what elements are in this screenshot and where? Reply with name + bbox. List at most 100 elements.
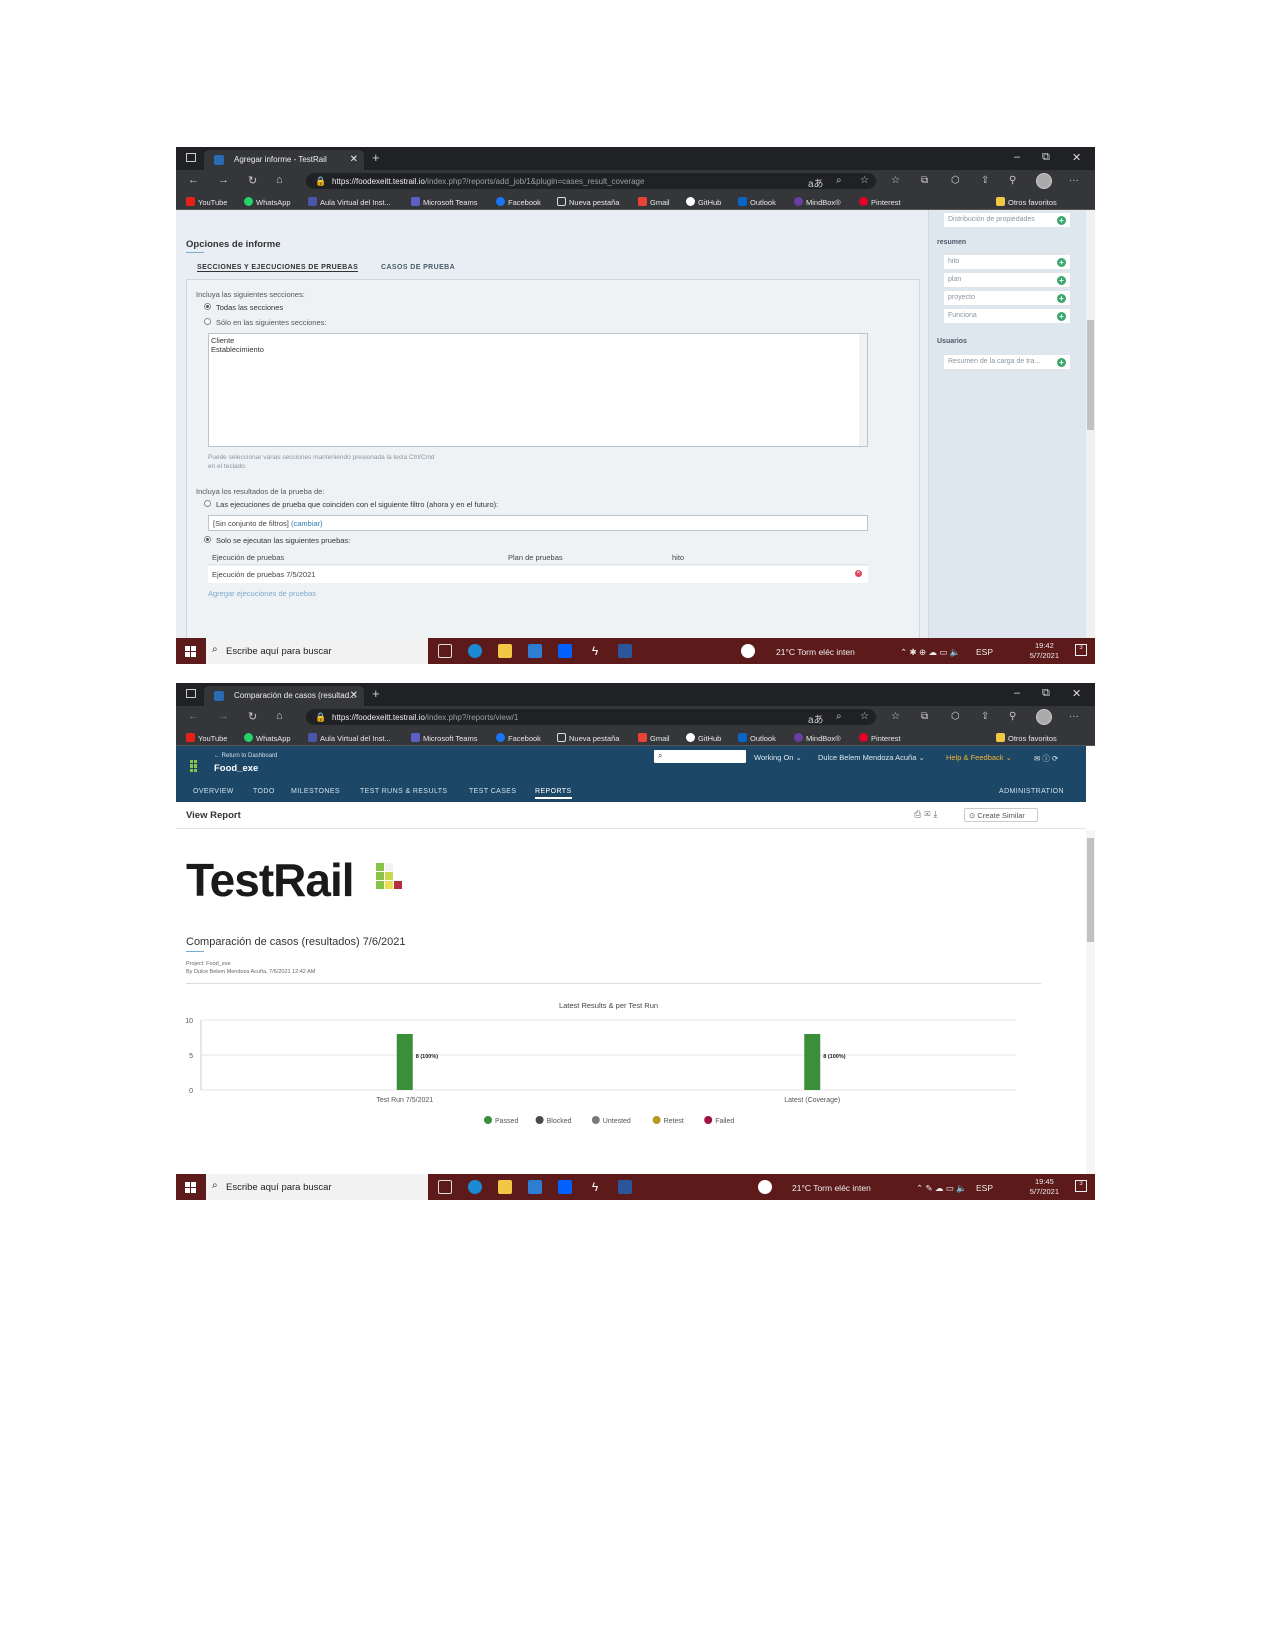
bookmark-whatsapp[interactable]: WhatsApp [244, 733, 291, 743]
clock[interactable]: 19:45 5/7/2021 [1030, 1177, 1059, 1197]
page-scrollbar[interactable] [1086, 210, 1095, 638]
report-type-item[interactable]: hito + [943, 254, 1071, 270]
read-aloud-icon[interactable]: aあ [808, 711, 824, 726]
radio-filter-runs[interactable] [204, 500, 211, 507]
weather-text[interactable]: 21°C Torm eléc inten [792, 1183, 871, 1193]
working-on-menu[interactable]: Working On ⌄ [754, 753, 802, 762]
add-plus-icon[interactable]: + [1057, 216, 1066, 225]
administration-link[interactable]: ADMINISTRATION [999, 788, 1064, 795]
favorite-star-icon[interactable]: ☆ [860, 175, 869, 186]
mail-icon[interactable] [528, 644, 542, 658]
back-icon[interactable]: ← [188, 710, 199, 722]
windows-start-icon[interactable] [185, 646, 196, 657]
task-view-icon[interactable] [438, 644, 452, 658]
bookmark-youtube[interactable]: YouTube [186, 733, 227, 743]
browser-tab[interactable]: Comparación de casos (resultad... ✕ [204, 686, 364, 706]
remove-run-icon[interactable]: ✕ [855, 570, 862, 577]
close-tab-icon[interactable]: ✕ [350, 690, 358, 701]
bookmark-teams[interactable]: Microsoft Teams [411, 733, 477, 743]
bookmark-whatsapp[interactable]: WhatsApp [244, 197, 291, 207]
bookmark-gmail[interactable]: Gmail [638, 197, 670, 207]
restore-button[interactable]: ⧉ [1042, 151, 1050, 164]
bolt-app-icon[interactable]: ϟ [588, 644, 602, 658]
tab-reports[interactable]: REPORTS [535, 788, 572, 799]
report-type-item[interactable]: Funciona + [943, 308, 1071, 324]
project-name[interactable]: Food_exe [214, 763, 258, 774]
notifications-icon[interactable]: 3 [1075, 1180, 1087, 1192]
collections-icon[interactable]: ⧉ [921, 175, 928, 186]
page-scrollbar[interactable] [1086, 830, 1095, 1174]
task-view-icon[interactable] [438, 1180, 452, 1194]
bookmark-mindbox[interactable]: MindBox® [794, 197, 841, 207]
collections-icon[interactable]: ⧉ [921, 711, 928, 722]
extension-icon[interactable]: ⬡ [951, 175, 960, 186]
close-window-button[interactable]: ✕ [1072, 687, 1081, 700]
edge-icon[interactable] [468, 1180, 482, 1194]
favorite-star-icon[interactable]: ☆ [860, 711, 869, 722]
mail-icon[interactable] [528, 1180, 542, 1194]
tab-test-runs-results[interactable]: TEST RUNS & RESULTS [360, 788, 447, 795]
help-icon[interactable] [741, 644, 755, 658]
weather-text[interactable]: 21°C Torm eléc inten [776, 647, 855, 657]
add-test-runs-link[interactable]: Agregar ejecuciones de pruebas [208, 589, 316, 598]
radio-all-sections[interactable] [204, 303, 211, 310]
create-similar-button[interactable]: ⊙ Create Similar [964, 808, 1038, 822]
tab-overview[interactable]: OVERVIEW [193, 788, 234, 795]
share-icon[interactable]: ⇪ [981, 711, 989, 722]
add-plus-icon[interactable]: + [1057, 276, 1066, 285]
home-icon[interactable]: ⌂ [276, 174, 283, 186]
forward-icon[interactable]: → [218, 174, 229, 186]
clock[interactable]: 19:42 5/7/2021 [1030, 641, 1059, 661]
url-field[interactable]: 🔒 https://foodexeitt.testrail.io/index.p… [306, 709, 876, 725]
new-tab-button[interactable]: + [372, 150, 380, 165]
bookmark-pinterest[interactable]: Pinterest [859, 733, 901, 743]
reload-icon[interactable]: ↻ [248, 174, 257, 187]
bolt-app-icon[interactable]: ϟ [588, 1180, 602, 1194]
system-tray-icons[interactable]: ⌃ ✎ ☁ ▭ 🔈 [916, 1183, 967, 1194]
tab-actions-icon[interactable] [186, 689, 196, 698]
print-email-download-icons[interactable]: ⎙✉⤓ [914, 809, 940, 820]
windows-start-icon[interactable] [185, 1182, 196, 1193]
report-type-item[interactable]: plan + [943, 272, 1071, 288]
favorites-icon[interactable]: ☆ [891, 711, 900, 722]
favorites-icon[interactable]: ☆ [891, 175, 900, 186]
list-item[interactable]: Establecimiento [211, 345, 865, 354]
user-menu[interactable]: Dulce Belem Mendoza Acuña ⌄ [818, 753, 925, 762]
filter-change-link[interactable]: (cambiar) [291, 519, 323, 528]
testrail-logo-icon[interactable] [190, 760, 198, 772]
bookmark-github[interactable]: GitHub [686, 197, 721, 207]
bookmark-youtube[interactable]: YouTube [186, 197, 227, 207]
minimize-button[interactable]: – [1014, 687, 1020, 699]
report-type-item[interactable]: proyecto + [943, 290, 1071, 306]
list-item[interactable]: Cliente [211, 336, 865, 345]
bookmark-outlook[interactable]: Outlook [738, 197, 776, 207]
new-tab-button[interactable]: + [372, 686, 380, 701]
bookmark-other-favorites[interactable]: Otros favoritos [996, 197, 1057, 207]
bookmark-outlook[interactable]: Outlook [738, 733, 776, 743]
edge-icon[interactable] [468, 644, 482, 658]
bookmark-other-favorites[interactable]: Otros favoritos [996, 733, 1057, 743]
tab-sections-runs[interactable]: SECCIONES Y EJECUCIONES DE PRUEBAS [197, 264, 359, 272]
tab-test-cases[interactable]: TEST CASES [469, 788, 516, 795]
bookmark-mindbox[interactable]: MindBox® [794, 733, 841, 743]
forward-icon[interactable]: → [218, 710, 229, 722]
help-icon[interactable] [758, 1180, 772, 1194]
minimize-button[interactable]: – [1014, 151, 1020, 163]
search-input[interactable]: ⌕ [654, 750, 746, 763]
notifications-icon[interactable]: 3 [1075, 644, 1087, 656]
zoom-icon[interactable]: ⌕ [836, 175, 842, 186]
report-type-item[interactable]: Resumen de la carga de tra... + [943, 354, 1071, 370]
close-window-button[interactable]: ✕ [1072, 151, 1081, 164]
report-type-item[interactable]: Distribución de propiedades + [943, 212, 1071, 228]
taskbar-search-input[interactable]: ⌕ Escribe aquí para buscar [206, 1174, 428, 1200]
share-icon[interactable]: ⇪ [981, 175, 989, 186]
more-menu-icon[interactable]: ··· [1069, 711, 1079, 722]
add-plus-icon[interactable]: + [1057, 358, 1066, 367]
dropbox-icon[interactable] [558, 1180, 572, 1194]
url-field[interactable]: 🔒 https://foodexeitt.testrail.io/index.p… [306, 173, 876, 189]
listbox-scrollbar[interactable] [859, 334, 867, 446]
bookmark-teams[interactable]: Microsoft Teams [411, 197, 477, 207]
add-plus-icon[interactable]: + [1057, 294, 1066, 303]
bookmark-new-tab[interactable]: Nueva pestaña [557, 197, 619, 207]
bookmark-new-tab[interactable]: Nueva pestaña [557, 733, 619, 743]
